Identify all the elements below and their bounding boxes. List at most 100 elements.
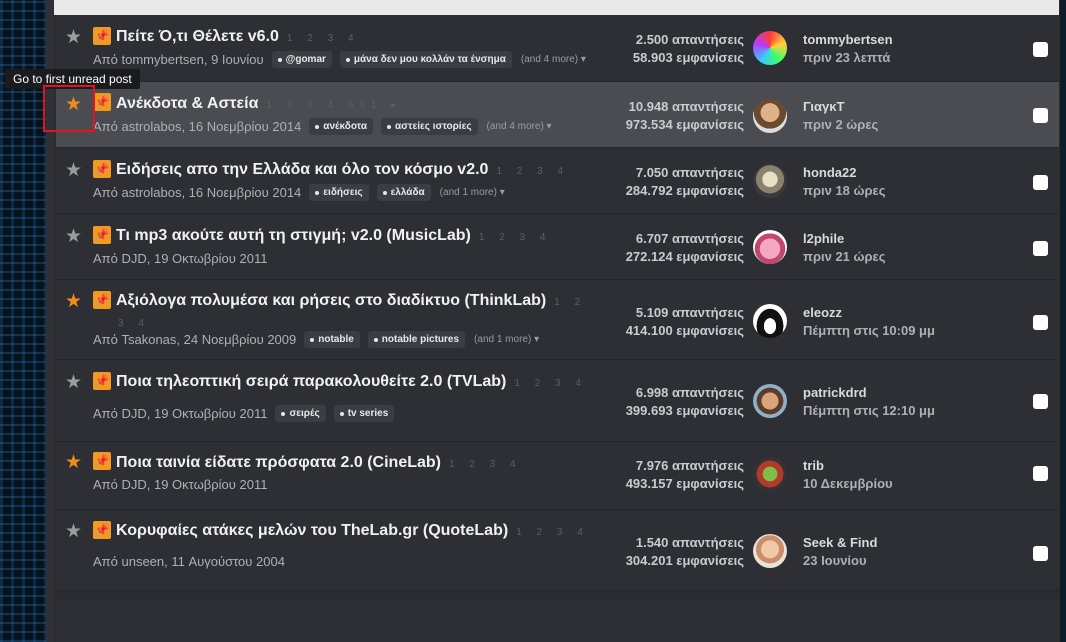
last-post-time[interactable]: Πέμπτη στις 10:09 μμ — [803, 322, 935, 340]
tag[interactable]: notable pictures — [367, 331, 466, 348]
star-icon[interactable]: ★ — [65, 453, 82, 472]
topic-author-date: Από tommybertsen, 9 Ιουνίου — [93, 52, 264, 67]
tag[interactable]: ανέκδοτα — [309, 118, 373, 135]
last-poster-name[interactable]: trib — [803, 457, 893, 475]
avatar[interactable] — [753, 164, 787, 198]
star-icon[interactable]: ★ — [65, 522, 82, 541]
last-post-time[interactable]: πριν 23 λεπτά — [803, 49, 893, 67]
last-poster-name[interactable]: ΓιαγκT — [803, 98, 878, 116]
tag[interactable]: @gomar — [271, 51, 332, 68]
avatar[interactable] — [753, 304, 787, 338]
avatar[interactable] — [753, 384, 787, 418]
page-links[interactable]: 1 2 3 4 — [496, 166, 569, 177]
views-count: 272.124 εμφανίσεις — [625, 249, 744, 264]
topic-title[interactable]: Κορυφαίες ατάκες μελών του TheLab.gr (Qu… — [116, 522, 589, 540]
topic-stats: 2.500 απαντήσεις 58.903 εμφανίσεις — [633, 31, 744, 67]
topic-meta: Από tommybertsen, 9 Ιουνίου @gomar μάνα … — [93, 51, 586, 68]
topic-title[interactable]: Ποια τηλεοπτική σειρά παρακολουθείτε 2.0… — [116, 373, 587, 391]
topic-meta: Από DJD, 19 Οκτωβρίου 2011 — [93, 251, 267, 266]
topic-title[interactable]: Αξιόλογα πολυμέσα και ρήσεις στο διαδίκτ… — [116, 292, 586, 310]
last-poster: ΓιαγκT πριν 2 ώρες — [803, 98, 878, 134]
select-checkbox[interactable] — [1033, 546, 1048, 561]
panel-header-bar — [54, 0, 1059, 15]
avatar[interactable] — [753, 230, 787, 264]
avatar[interactable] — [753, 31, 787, 65]
last-post-time[interactable]: πριν 21 ώρες — [803, 248, 885, 266]
avatar[interactable] — [753, 457, 787, 491]
page-links[interactable]: 1 2 3 4 — [516, 527, 589, 538]
last-poster: Seek & Find 23 Ιουνίου — [803, 534, 877, 570]
topic-stats: 6.998 απαντήσεις 399.693 εμφανίσεις — [626, 384, 744, 420]
tag[interactable]: αστείες ιστορίες — [381, 118, 478, 135]
page-links[interactable]: 1 2 3 4 — [479, 232, 552, 243]
star-icon[interactable]: ★ — [65, 292, 82, 311]
more-tags-toggle[interactable]: (and 1 more) ▾ — [440, 187, 505, 198]
page-links[interactable]: 1 2 3 4 — [287, 33, 360, 44]
last-post-time[interactable]: πριν 18 ώρες — [803, 182, 885, 200]
page-links[interactable]: 1 2 3 4 — [449, 459, 522, 470]
select-checkbox[interactable] — [1033, 315, 1048, 330]
last-post-time[interactable]: 10 Δεκεμβρίου — [803, 475, 893, 493]
avatar[interactable] — [753, 534, 787, 568]
page-links[interactable]: 1 2 — [554, 297, 586, 308]
pin-icon: 📌 — [93, 160, 111, 178]
tag[interactable]: ελλάδα — [376, 184, 431, 201]
pin-icon: 📌 — [93, 521, 111, 539]
tag[interactable]: ειδήσεις — [309, 184, 369, 201]
pin-icon: 📌 — [93, 452, 111, 470]
topic-meta: Από DJD, 19 Οκτωβρίου 2011 — [93, 477, 267, 492]
background-edge — [1060, 0, 1066, 642]
replies-count: 5.109 απαντήσεις — [635, 305, 744, 320]
last-post-time[interactable]: Πέμπτη στις 12:10 μμ — [803, 402, 935, 420]
last-poster-name[interactable]: Seek & Find — [803, 534, 877, 552]
last-post-time[interactable]: πριν 2 ώρες — [803, 116, 878, 134]
tag[interactable]: tv series — [333, 405, 395, 422]
topic-row: ★ 📌 Κορυφαίες ατάκες μελών του TheLab.gr… — [56, 510, 1059, 591]
star-icon[interactable]: ★ — [65, 161, 82, 180]
topic-title[interactable]: Τι mp3 ακούτε αυτή τη στιγμή; v2.0 (Musi… — [116, 227, 551, 245]
page-links[interactable]: 1 2 3 4 551 ▸ — [266, 100, 402, 111]
replies-count: 1.540 απαντήσεις — [635, 535, 744, 550]
more-tags-toggle[interactable]: (and 4 more) ▾ — [521, 54, 586, 65]
star-icon[interactable]: ★ — [65, 28, 82, 47]
topic-title[interactable]: Πείτε Ό,τι Θέλετε v6.0 1 2 3 4 — [116, 28, 360, 46]
replies-count: 10.948 απαντήσεις — [628, 99, 744, 114]
last-post-time[interactable]: 23 Ιουνίου — [803, 552, 877, 570]
star-icon[interactable]: ★ — [65, 373, 82, 392]
more-tags-toggle[interactable]: (and 1 more) ▾ — [474, 334, 539, 345]
pin-icon: 📌 — [93, 226, 111, 244]
select-checkbox[interactable] — [1033, 241, 1048, 256]
pin-icon: 📌 — [93, 27, 111, 45]
last-poster-name[interactable]: l2phile — [803, 230, 885, 248]
topic-meta: Από Tsakonas, 24 Νοεμβρίου 2009 notable … — [93, 331, 539, 348]
star-icon[interactable]: ★ — [65, 227, 82, 246]
last-poster: eleozz Πέμπτη στις 10:09 μμ — [803, 304, 935, 340]
last-poster-name[interactable]: eleozz — [803, 304, 935, 322]
list-footer — [56, 600, 1059, 642]
topic-stats: 10.948 απαντήσεις 973.534 εμφανίσεις — [626, 98, 744, 134]
page-links[interactable]: 3 4 — [118, 318, 150, 329]
topic-title[interactable]: Ποια ταινία είδατε πρόσφατα 2.0 (CineLab… — [116, 454, 522, 472]
last-poster-name[interactable]: patrickdrd — [803, 384, 935, 402]
page-links[interactable]: 1 2 3 4 — [514, 378, 587, 389]
topic-title[interactable]: Ανέκδοτα & Αστεία 1 2 3 4 551 ▸ — [116, 95, 402, 113]
views-count: 973.534 εμφανίσεις — [625, 117, 744, 132]
topic-author-date: Από DJD, 19 Οκτωβρίου 2011 — [93, 406, 268, 421]
tag[interactable]: σειρές — [275, 405, 326, 422]
topic-title[interactable]: Ειδήσεις απο την Ελλάδα και όλο τον κόσμ… — [116, 161, 569, 179]
topic-stats: 5.109 απαντήσεις 414.100 εμφανίσεις — [626, 304, 744, 340]
select-checkbox[interactable] — [1033, 394, 1048, 409]
select-checkbox[interactable] — [1033, 42, 1048, 57]
avatar[interactable] — [753, 99, 787, 133]
topic-author-date: Από Tsakonas, 24 Νοεμβρίου 2009 — [93, 332, 297, 347]
select-checkbox[interactable] — [1033, 466, 1048, 481]
more-tags-toggle[interactable]: (and 4 more) ▾ — [487, 121, 552, 132]
replies-count: 7.976 απαντήσεις — [635, 458, 744, 473]
tag[interactable]: notable — [304, 331, 360, 348]
last-poster-name[interactable]: honda22 — [803, 164, 885, 182]
last-poster-name[interactable]: tommybertsen — [803, 31, 893, 49]
tag[interactable]: μάνα δεν μου κολλάν τα ένσημα — [339, 51, 512, 68]
select-checkbox[interactable] — [1033, 108, 1048, 123]
select-checkbox[interactable] — [1033, 175, 1048, 190]
topic-row: ★ 📌 Πείτε Ό,τι Θέλετε v6.0 1 2 3 4 Από to… — [56, 15, 1059, 82]
